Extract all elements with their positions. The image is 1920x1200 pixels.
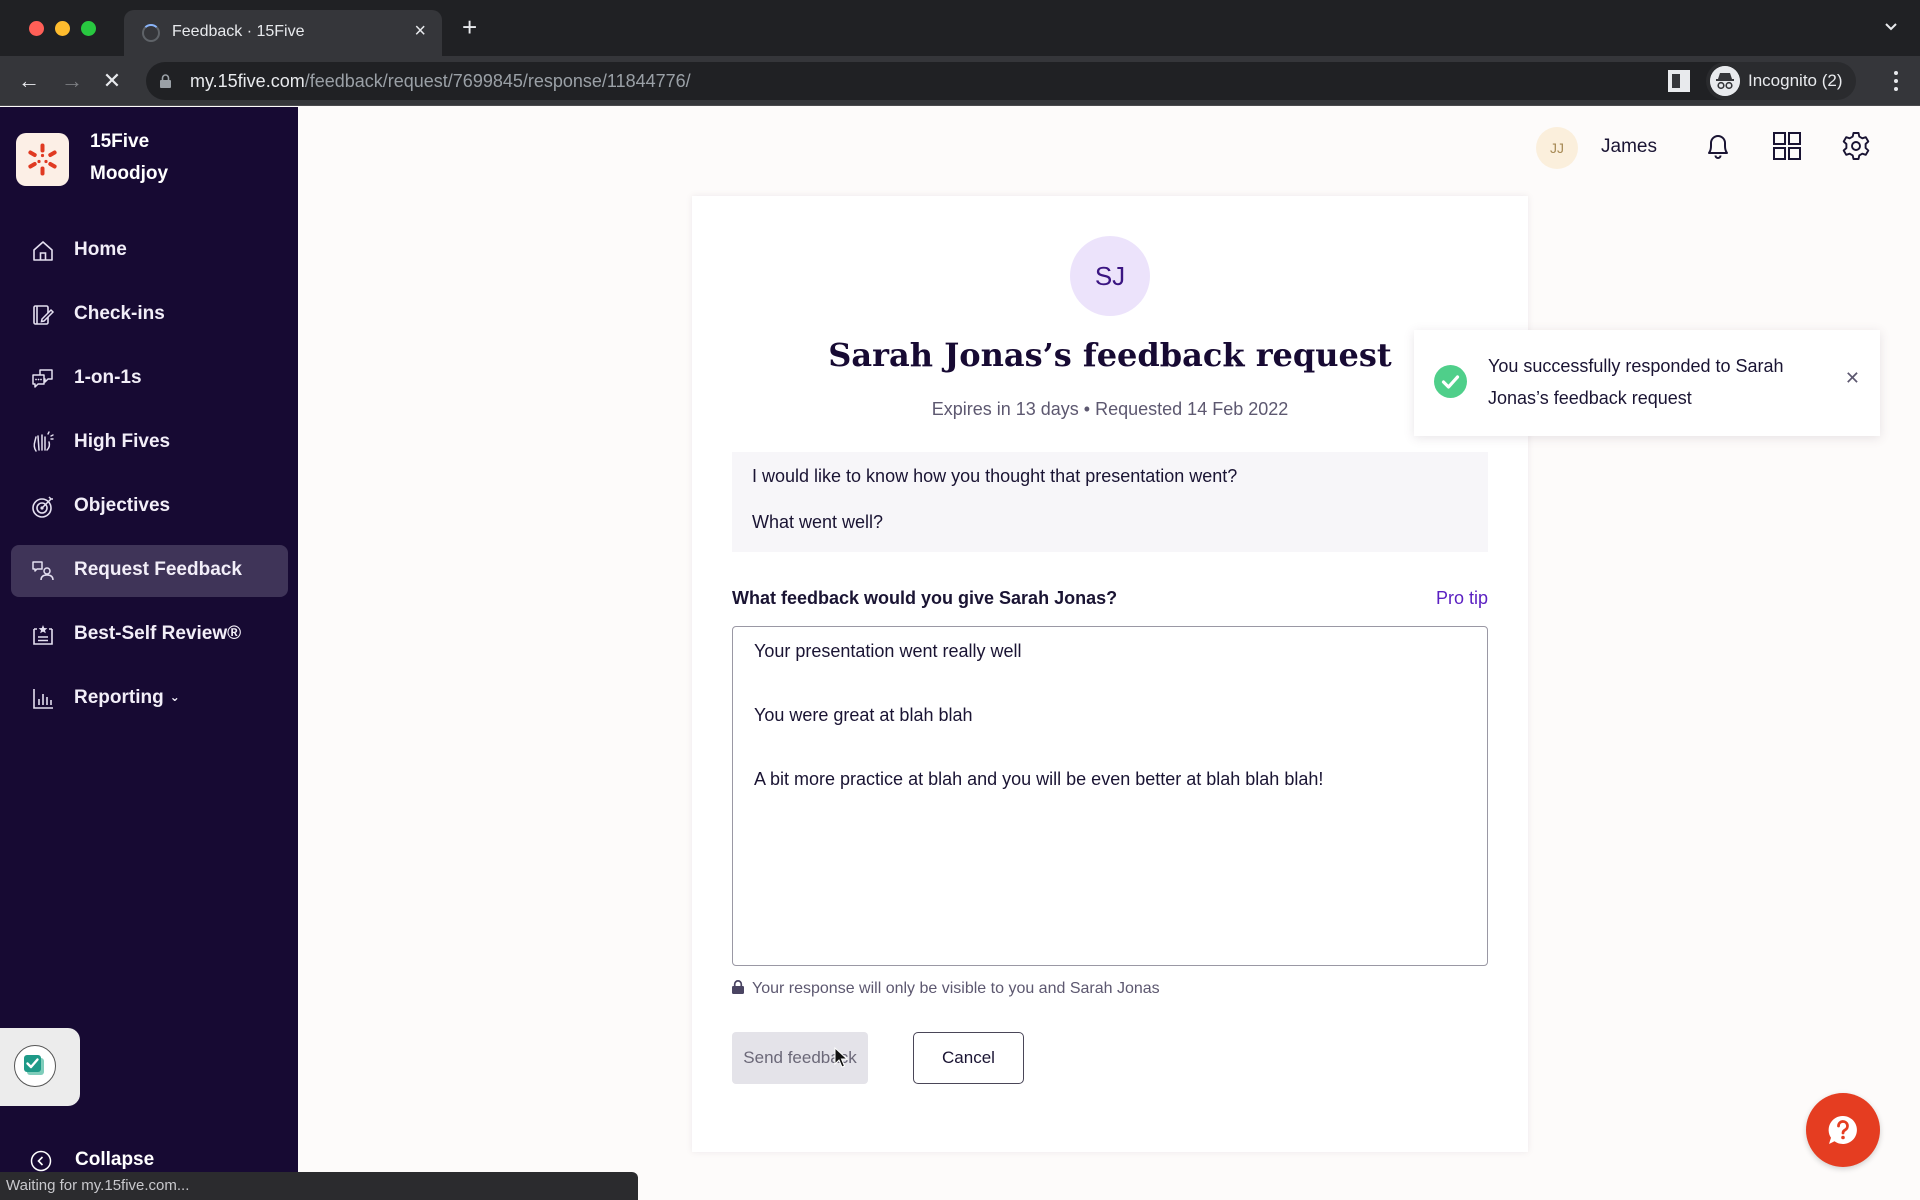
requester-avatar: SJ [1070,236,1150,316]
help-chat-button[interactable] [1806,1093,1880,1167]
sidebar-item-label: Best-Self Review® [74,623,242,644]
settings-gear-icon[interactable] [1840,130,1872,162]
privacy-note: Your response will only be visible to yo… [732,980,1160,998]
sidebar-item-1-on-1s[interactable]: 1-on-1s [11,353,288,405]
toast-close-icon[interactable]: ✕ [1845,368,1860,389]
sidebar-item-best-self-review[interactable]: Best-Self Review® [11,609,288,661]
high-five-icon [33,431,54,452]
checkbox-checked-icon [23,1054,44,1075]
sidebar-item-home[interactable]: Home [11,225,288,277]
success-toast: You successfully responded to Sarah Jona… [1414,330,1880,436]
lock-icon [160,74,171,88]
sidebar-item-reporting[interactable]: Reporting ⌄ [11,673,288,725]
browser-tab-active[interactable]: Feedback · 15Five × [124,10,442,56]
window-close-button[interactable] [29,21,44,36]
sidebar-item-label: High Fives [74,431,171,452]
sidebar-item-check-ins[interactable]: Check-ins [11,289,288,341]
lock-icon [732,980,744,994]
pro-tip-link[interactable]: Pro tip [1436,588,1488,609]
response-line: A bit more practice at blah and you will… [754,769,1324,789]
request-meta: Expires in 13 days • Requested 14 Feb 20… [931,399,1289,419]
tab-title: Feedback · 15Five [172,23,305,40]
url-text[interactable]: my.15five.com/feedback/request/7699845/r… [190,71,691,92]
incognito-label: Incognito (2) [1748,71,1843,90]
response-line: You were great at blah blah [754,705,973,725]
success-check-icon [1434,365,1467,398]
window-minimize-button[interactable] [55,21,70,36]
user-name[interactable]: James [1601,136,1657,158]
url-host: my.15five.com [190,71,305,91]
cancel-button[interactable]: Cancel [913,1032,1024,1084]
feedback-response-card: SJ Sarah Jonas’s feedback request Expire… [692,196,1528,1152]
feedback-request-icon [32,561,54,581]
feedback-prompt-label: What feedback would you give Sarah Jonas… [732,588,1118,608]
bell-icon[interactable] [1702,130,1734,162]
sidebar-item-high-fives[interactable]: High Fives [11,417,288,469]
chat-bubbles-icon [32,369,53,388]
loading-spinner-icon [142,24,160,42]
extension-circle [14,1045,56,1087]
sidebar-item-label: Objectives [74,495,171,516]
incognito-icon [1710,66,1740,96]
sidebar-item-label: Reporting ⌄ [74,687,180,709]
privacy-note-text: Your response will only be visible to yo… [752,980,1160,997]
stop-loading-icon[interactable]: ✕ [98,67,126,95]
apps-grid-icon[interactable] [1771,130,1803,162]
help-question-bubble-icon [1828,1115,1857,1144]
response-line: Your presentation went really well [754,641,1022,661]
side-panel-icon[interactable] [1668,70,1690,92]
checkin-icon [33,305,55,325]
sidebar-item-label: Request Feedback [74,559,242,580]
sidebar-item-label: 1-on-1s [74,367,142,388]
reporting-label: Reporting [74,687,164,708]
new-tab-button[interactable]: + [462,14,477,40]
question-line: I would like to know how you thought tha… [752,466,1238,486]
feedback-response-textarea[interactable]: Your presentation went really well You w… [732,626,1488,966]
user-avatar[interactable]: JJ [1536,127,1578,169]
back-arrow-icon[interactable]: ← [15,67,43,95]
browser-tab-bar: Feedback · 15Five × + [0,0,1920,56]
mouse-pointer-icon [834,1047,848,1068]
tab-search-chevron-icon[interactable] [1884,20,1898,34]
question-line: What went well? [752,512,884,532]
sidebar-item-request-feedback[interactable]: Request Feedback [11,545,288,597]
chevron-left-circle-icon [30,1150,52,1172]
review-icon [33,625,53,645]
sidebar-item-label: Check-ins [74,303,165,324]
company-logo[interactable] [16,133,69,186]
collapse-label: Collapse [75,1149,155,1170]
address-bar[interactable]: my.15five.com/feedback/request/7699845/r… [146,62,1780,100]
15five-logo-icon [28,143,57,176]
sidebar-item-objectives[interactable]: Objectives [11,481,288,533]
bar-chart-icon [33,689,53,709]
extension-widget[interactable] [0,1028,80,1106]
org-subname: Moodjoy [90,163,169,184]
tab-close-icon[interactable]: × [414,20,426,42]
browser-menu-icon[interactable] [1894,70,1898,92]
home-icon [33,241,53,261]
sidebar: 15Five Moodjoy Home Check-ins 1-on-1s Hi… [0,107,298,1200]
browser-status-bar: Waiting for my.15five.com... [0,1172,638,1200]
sidebar-item-label: Home [74,239,127,260]
toast-message: You successfully responded to Sarah Jona… [1488,356,1784,408]
browser-toolbar: ← → ✕ my.15five.com/feedback/request/769… [0,56,1920,106]
forward-arrow-icon[interactable]: → [58,67,86,95]
org-name: 15Five [90,131,150,152]
chevron-down-icon: ⌄ [169,690,180,704]
target-icon [32,496,53,518]
incognito-profile-button[interactable]: Incognito (2) [1706,62,1856,100]
page-title: Sarah Jonas’s feedback request [828,336,1392,374]
request-question-box: I would like to know how you thought tha… [732,452,1488,552]
url-path: /feedback/request/7699845/response/11844… [304,71,691,91]
window-maximize-button[interactable] [81,21,96,36]
